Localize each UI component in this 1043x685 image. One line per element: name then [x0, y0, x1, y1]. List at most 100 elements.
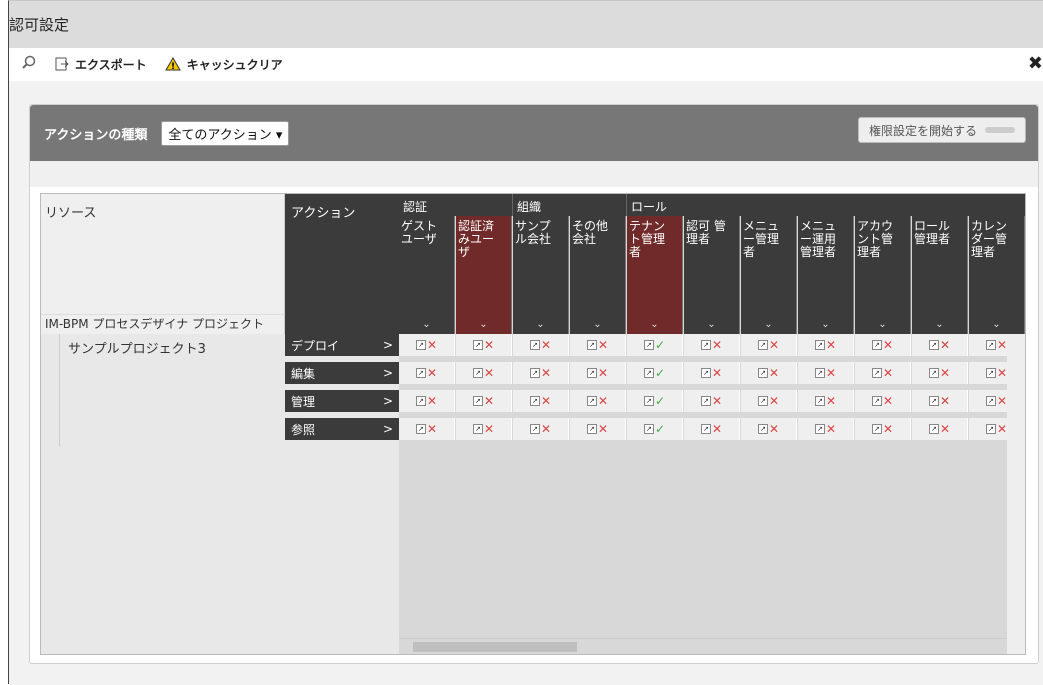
action-item[interactable]: 管理 > — [285, 390, 399, 412]
action-type-select[interactable]: 全てのアクション ▾ — [161, 120, 290, 146]
permission-cell[interactable]: ↗ ✕ — [855, 334, 911, 356]
permission-cell[interactable]: ↗ ✕ — [570, 390, 626, 412]
horizontal-scrollbar[interactable] — [399, 638, 1009, 654]
permission-cell[interactable]: ↗ ✕ — [399, 390, 455, 412]
export-button[interactable]: エクスポート — [55, 56, 147, 73]
cross-icon: ✕ — [597, 394, 609, 408]
permission-cell[interactable]: ↗ ✕ — [684, 418, 740, 440]
permission-cell[interactable]: ↗ ✕ — [912, 390, 968, 412]
permission-cell[interactable]: ↗ ✕ — [798, 362, 854, 384]
role-header[interactable]: メニュ ー管理 者 ⌄ — [741, 216, 797, 334]
link-icon: ↗ — [415, 340, 426, 350]
permission-cell[interactable]: ↗ ✕ — [570, 362, 626, 384]
permission-cell[interactable]: ↗ ✕ — [684, 390, 740, 412]
chevron-down-icon[interactable]: ⌄ — [422, 319, 430, 330]
permission-cell[interactable]: ↗ ✕ — [912, 334, 968, 356]
link-icon: ↗ — [757, 396, 768, 406]
permission-cell[interactable]: ↗ ✕ — [570, 334, 626, 356]
action-item[interactable]: デプロイ > — [285, 334, 399, 356]
cross-icon: ✕ — [768, 394, 780, 408]
permission-cell[interactable]: ↗ ✕ — [399, 418, 455, 440]
permission-cell[interactable]: ↗ ✕ — [684, 334, 740, 356]
permission-cell[interactable]: ↗ ✕ — [798, 390, 854, 412]
permission-cell[interactable]: ↗ ✕ — [456, 390, 512, 412]
permission-cell[interactable]: ↗ ✕ — [798, 334, 854, 356]
role-group-header: ロール — [627, 194, 1025, 216]
permission-cell[interactable]: ↗ ✓ — [627, 334, 683, 356]
project-node[interactable]: IM-BPM プロセスデザイナ プロジェクト — [41, 314, 285, 334]
link-icon: ↗ — [985, 340, 996, 350]
link-icon: ↗ — [871, 368, 882, 378]
permission-cell[interactable]: ↗ ✕ — [513, 362, 569, 384]
search-icon[interactable] — [21, 55, 37, 74]
permission-cell[interactable]: ↗ ✕ — [741, 362, 797, 384]
permission-cell[interactable]: ↗ ✕ — [513, 334, 569, 356]
action-label: 参照 — [291, 422, 316, 437]
start-permission-button[interactable]: 権限設定を開始する — [858, 117, 1026, 143]
permission-cell[interactable]: ↗ ✕ — [456, 334, 512, 356]
cross-icon: ✕ — [939, 422, 951, 436]
resource-header-label: リソース — [45, 206, 97, 221]
role-group-header: 組織 — [513, 194, 627, 216]
chevron-down-icon[interactable]: ⌄ — [650, 319, 658, 330]
permission-cell[interactable]: ↗ ✕ — [513, 390, 569, 412]
vertical-scrollbar[interactable] — [1007, 334, 1025, 654]
permission-cell[interactable]: ↗ ✕ — [855, 362, 911, 384]
chevron-down-icon[interactable]: ⌄ — [707, 319, 715, 330]
role-header[interactable]: アカウ ント管 理者 ⌄ — [855, 216, 911, 334]
permission-cell[interactable]: ↗ ✓ — [627, 418, 683, 440]
permission-cell[interactable]: ↗ ✕ — [798, 418, 854, 440]
cross-icon: ✕ — [768, 422, 780, 436]
permission-cell[interactable]: ↗ ✕ — [399, 362, 455, 384]
role-header[interactable]: ロール 管理者 ⌄ — [912, 216, 968, 334]
permission-cell[interactable]: ↗ ✕ — [912, 362, 968, 384]
chevron-down-icon[interactable]: ⌄ — [536, 319, 544, 330]
action-item[interactable]: 参照 > — [285, 418, 399, 440]
chevron-down-icon[interactable]: ⌄ — [479, 319, 487, 330]
chevron-down-icon[interactable]: ⌄ — [935, 319, 943, 330]
permission-cell[interactable]: ↗ ✕ — [684, 362, 740, 384]
permission-cell[interactable]: ↗ ✕ — [399, 334, 455, 356]
permission-cell[interactable]: ↗ ✓ — [627, 390, 683, 412]
chevron-down-icon[interactable]: ⌄ — [821, 319, 829, 330]
permission-cell[interactable]: ↗ ✓ — [627, 362, 683, 384]
role-header[interactable]: その他 会社 ⌄ — [570, 216, 626, 334]
role-header[interactable]: カレン ダー管 理者 ⌄ — [969, 216, 1025, 334]
chevron-right-icon: > — [382, 338, 393, 352]
close-icon[interactable]: ✖ — [1028, 53, 1043, 74]
chevron-down-icon[interactable]: ⌄ — [593, 319, 601, 330]
permission-cell[interactable]: ↗ ✕ — [570, 418, 626, 440]
title-bar: 認可設定 — [9, 1, 1043, 48]
permission-cell[interactable]: ↗ ✕ — [741, 334, 797, 356]
chevron-down-icon[interactable]: ⌄ — [878, 319, 886, 330]
permission-cell[interactable]: ↗ ✕ — [513, 418, 569, 440]
panel-strip — [30, 161, 1038, 187]
role-header[interactable]: テナン ト管理 者 ⌄ — [627, 216, 683, 334]
chevron-down-icon[interactable]: ⌄ — [764, 319, 772, 330]
role-header[interactable]: 認証済 みユー ザ ⌄ — [456, 216, 512, 334]
cross-icon: ✕ — [483, 422, 495, 436]
permission-cell[interactable]: ↗ ✕ — [855, 418, 911, 440]
link-icon: ↗ — [928, 368, 939, 378]
cross-icon: ✕ — [711, 394, 723, 408]
cross-icon: ✕ — [426, 366, 438, 380]
action-type-label: アクションの種類 — [44, 127, 148, 143]
resource-row[interactable]: サンプルプロジェクト3 — [59, 334, 285, 446]
permission-cell[interactable]: ↗ ✕ — [456, 362, 512, 384]
chevron-down-icon[interactable]: ⌄ — [992, 319, 1000, 330]
permission-cell[interactable]: ↗ ✕ — [912, 418, 968, 440]
permission-cell[interactable]: ↗ ✕ — [456, 418, 512, 440]
cache-clear-button[interactable]: ! キャッシュクリア — [164, 56, 283, 73]
permission-cell[interactable]: ↗ ✕ — [741, 390, 797, 412]
role-header[interactable]: ゲスト ユーザ ⌄ — [399, 216, 455, 334]
horizontal-scroll-thumb[interactable] — [413, 642, 577, 652]
cross-icon: ✕ — [882, 394, 894, 408]
permission-cell[interactable]: ↗ ✕ — [741, 418, 797, 440]
role-header[interactable]: サンプ ル会社 ⌄ — [513, 216, 569, 334]
action-item[interactable]: 編集 > — [285, 362, 399, 384]
role-header[interactable]: メニュ ー運用 管理者 ⌄ — [798, 216, 854, 334]
cross-icon: ✕ — [768, 338, 780, 352]
role-header[interactable]: 認可 管 理者 ⌄ — [684, 216, 740, 334]
permission-cell[interactable]: ↗ ✕ — [855, 390, 911, 412]
link-icon: ↗ — [643, 396, 654, 406]
